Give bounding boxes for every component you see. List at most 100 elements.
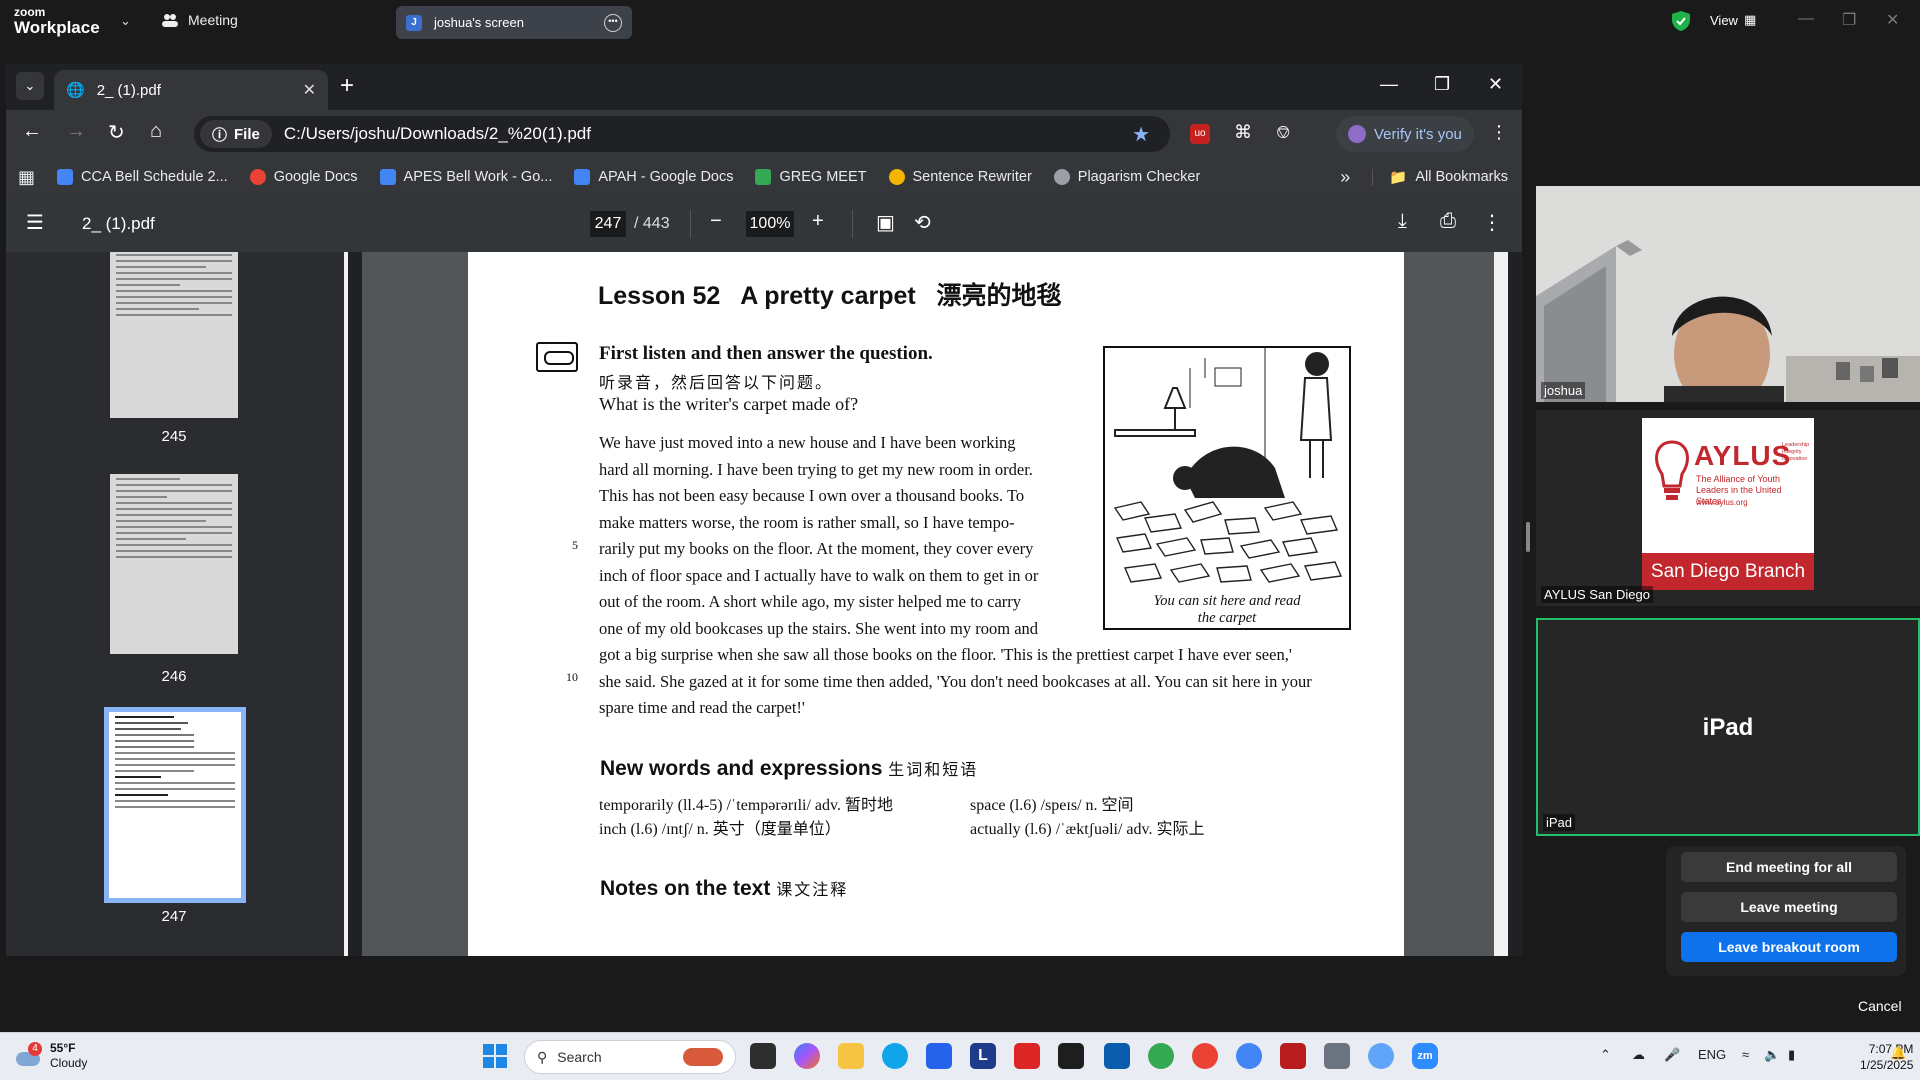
snipping-tool-icon[interactable] bbox=[1324, 1043, 1350, 1069]
pdf-more-icon[interactable]: ⋮ bbox=[1482, 210, 1502, 235]
browser-restore-icon[interactable]: ❐ bbox=[1434, 74, 1450, 95]
rotate-icon[interactable]: ⟲ bbox=[914, 210, 931, 235]
bookmark-apah[interactable]: APAH - Google Docs bbox=[574, 169, 733, 185]
language-indicator[interactable]: ENG bbox=[1698, 1047, 1726, 1062]
task-view-icon[interactable] bbox=[750, 1043, 776, 1069]
cancel-button[interactable]: Cancel bbox=[1858, 998, 1902, 1014]
bookmark-star-icon[interactable]: ★ bbox=[1132, 122, 1150, 147]
sidebar-menu-icon[interactable]: ☰ bbox=[26, 210, 44, 235]
more-bookmarks-icon[interactable]: » bbox=[1340, 167, 1350, 188]
mcafee-icon[interactable] bbox=[1014, 1043, 1040, 1069]
chevron-down-icon[interactable]: ⌄ bbox=[120, 13, 131, 29]
thumbnail-label: 245 bbox=[161, 428, 187, 445]
windows-start-icon[interactable] bbox=[482, 1043, 508, 1069]
security-shield-icon[interactable] bbox=[1672, 11, 1690, 36]
bookmark-greg-meet[interactable]: GREG MEET bbox=[755, 169, 867, 185]
bookmark-plagarism-checker[interactable]: Plagarism Checker bbox=[1053, 169, 1200, 185]
reload-icon[interactable]: ↻ bbox=[108, 120, 125, 145]
new-tab-icon[interactable]: + bbox=[340, 72, 354, 100]
address-bar[interactable]: ⓘ File C:/Users/joshu/Downloads/2_%20(1)… bbox=[194, 116, 1170, 152]
camera-feed bbox=[1536, 186, 1920, 402]
home-icon[interactable]: ⌂ bbox=[150, 120, 162, 143]
browser-close-icon[interactable]: ✕ bbox=[1488, 74, 1503, 95]
edge-icon[interactable] bbox=[882, 1043, 908, 1069]
meeting-button[interactable]: Meeting bbox=[162, 12, 238, 28]
browser-menu-icon[interactable]: ⋮ bbox=[1490, 122, 1508, 143]
tab-pdf[interactable]: 🌐 2_ (1).pdf ✕ bbox=[54, 70, 328, 110]
apps-grid-icon[interactable]: ▦ bbox=[18, 167, 35, 188]
tab-search-icon[interactable]: ⌄ bbox=[16, 72, 44, 100]
wifi-icon[interactable]: ≈ bbox=[1742, 1047, 1749, 1062]
chrome-profile-icon[interactable] bbox=[1192, 1043, 1218, 1069]
chrome-profile-2-icon[interactable] bbox=[1236, 1043, 1262, 1069]
thumbnail-247-selected[interactable] bbox=[104, 707, 246, 903]
fit-page-icon[interactable]: ▣ bbox=[876, 210, 895, 235]
extensions-icon[interactable]: ⎊ bbox=[1276, 122, 1290, 143]
bookmark-sentence-rewriter[interactable]: Sentence Rewriter bbox=[888, 169, 1032, 185]
zoom-in-icon[interactable]: + bbox=[812, 210, 824, 233]
thumbnail-246[interactable] bbox=[110, 474, 238, 654]
zoom-out-icon[interactable]: − bbox=[710, 210, 722, 233]
end-meeting-for-all-button[interactable]: End meeting for all bbox=[1681, 852, 1897, 882]
mcafee-shield-icon[interactable] bbox=[1280, 1043, 1306, 1069]
taskbar-search[interactable]: ⚲ Search bbox=[524, 1040, 736, 1074]
outlook-icon[interactable] bbox=[1104, 1043, 1130, 1069]
lockdown-browser-icon[interactable]: L bbox=[970, 1043, 996, 1069]
line-number: 5 bbox=[572, 538, 578, 552]
browser-toolbar: ← → ↻ ⌂ ⓘ File C:/Users/joshu/Downloads/… bbox=[6, 110, 1522, 158]
verify-profile-button[interactable]: Verify it's you bbox=[1336, 116, 1474, 152]
view-button[interactable]: View ▦ bbox=[1710, 12, 1756, 28]
zoom-app-icon[interactable]: zm bbox=[1412, 1043, 1438, 1069]
copilot-icon[interactable] bbox=[794, 1043, 820, 1069]
download-icon[interactable]: ⤓ bbox=[1398, 210, 1407, 233]
microphone-icon[interactable]: 🎤 bbox=[1664, 1047, 1680, 1063]
dropbox-icon[interactable] bbox=[1058, 1043, 1084, 1069]
viewer-scrollbar[interactable] bbox=[1494, 252, 1508, 956]
profile-avatar bbox=[1348, 125, 1366, 143]
shared-screen-tab[interactable]: J joshua's screen ••• bbox=[396, 6, 632, 39]
minimize-icon[interactable]: — bbox=[1798, 10, 1814, 28]
video-tile-ipad-active[interactable]: iPad iPad bbox=[1536, 618, 1920, 836]
bookmark-label: Google Docs bbox=[273, 169, 358, 185]
bookmark-cca-bell[interactable]: CCA Bell Schedule 2... bbox=[57, 169, 228, 185]
forward-icon[interactable]: → bbox=[66, 120, 86, 143]
body-line: We have just moved into a new house and … bbox=[599, 433, 1016, 452]
onedrive-icon[interactable]: ☁ bbox=[1632, 1047, 1645, 1063]
bookmark-apes-bell[interactable]: APES Bell Work - Go... bbox=[379, 169, 552, 185]
store-icon[interactable] bbox=[926, 1043, 952, 1069]
restore-icon[interactable]: ❐ bbox=[1842, 10, 1856, 30]
total-pages: / 443 bbox=[634, 215, 670, 232]
url-text[interactable]: C:/Users/joshu/Downloads/2_%20(1).pdf bbox=[284, 124, 591, 144]
close-icon[interactable]: ✕ bbox=[1886, 10, 1899, 30]
back-icon[interactable]: ← bbox=[22, 120, 42, 143]
file-explorer-icon[interactable] bbox=[838, 1043, 864, 1069]
tray-overflow-icon[interactable]: ⌃ bbox=[1600, 1047, 1611, 1063]
notification-bell-icon[interactable]: 🔔 bbox=[1890, 1045, 1906, 1061]
chrome-icon[interactable] bbox=[1148, 1043, 1174, 1069]
video-tile-aylus[interactable]: AYLUS Leadership Integrity Innovation Th… bbox=[1536, 410, 1920, 606]
thumbnail-245[interactable] bbox=[110, 252, 238, 418]
command-icon[interactable]: ⌘ bbox=[1234, 122, 1252, 143]
zoom-level-input[interactable]: 100% bbox=[746, 211, 794, 237]
more-options-icon[interactable]: ••• bbox=[604, 13, 622, 32]
zoom-workplace-logo[interactable]: zoom Workplace bbox=[14, 6, 100, 36]
browser-minimize-icon[interactable]: — bbox=[1380, 74, 1398, 95]
volume-icon[interactable]: 🔈 bbox=[1764, 1047, 1780, 1063]
caption-line: You can sit here and read bbox=[1153, 593, 1301, 609]
panel-resize-handle[interactable] bbox=[1526, 522, 1530, 552]
leave-meeting-button[interactable]: Leave meeting bbox=[1681, 892, 1897, 922]
leave-breakout-room-button[interactable]: Leave breakout room bbox=[1681, 932, 1897, 962]
ublock-icon[interactable]: uo bbox=[1190, 124, 1210, 144]
thumbnail-scrollbar[interactable] bbox=[344, 252, 348, 956]
battery-icon[interactable]: ▮ bbox=[1788, 1047, 1795, 1063]
bookmark-google-docs[interactable]: Google Docs bbox=[249, 169, 358, 185]
network-app-icon[interactable] bbox=[1368, 1043, 1394, 1069]
all-bookmarks-button[interactable]: 📁 All Bookmarks bbox=[1372, 168, 1508, 186]
video-tile-joshua[interactable]: joshua bbox=[1536, 186, 1920, 402]
site-info-chip[interactable]: ⓘ File bbox=[200, 120, 272, 148]
page-number-input[interactable]: 247 bbox=[590, 211, 626, 237]
print-icon[interactable]: ⎙ bbox=[1440, 210, 1456, 233]
weather-widget[interactable]: 4 55°F Cloudy bbox=[14, 1041, 87, 1071]
aylus-tagline: Leadership Integrity Innovation bbox=[1782, 442, 1810, 462]
tab-close-icon[interactable]: ✕ bbox=[303, 80, 316, 100]
